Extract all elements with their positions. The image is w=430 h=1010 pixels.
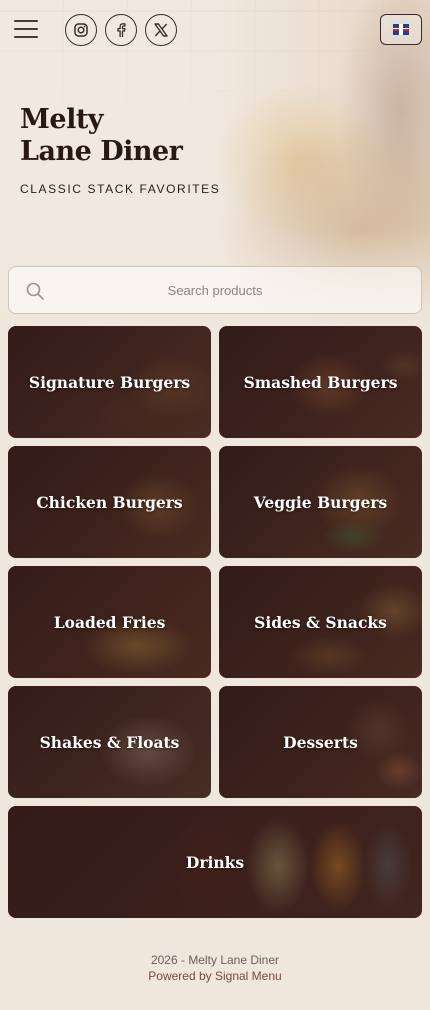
menu-button[interactable] — [14, 20, 38, 40]
category-card-loaded-fries[interactable]: Loaded Fries — [8, 566, 211, 678]
uk-flag-icon — [393, 24, 409, 35]
search-bar — [8, 266, 422, 314]
category-label: Chicken Burgers — [36, 492, 183, 512]
language-selector[interactable] — [380, 14, 422, 45]
category-card-desserts[interactable]: Desserts — [219, 686, 422, 798]
search-icon — [26, 282, 44, 300]
category-label: Sides & Snacks — [254, 612, 387, 632]
category-card-chicken-burgers[interactable]: Chicken Burgers — [8, 446, 211, 558]
category-card-veggie-burgers[interactable]: Veggie Burgers — [219, 446, 422, 558]
category-label: Signature Burgers — [28, 372, 191, 392]
category-card-shakes-floats[interactable]: Shakes & Floats — [8, 686, 211, 798]
category-label: Smashed Burgers — [243, 372, 398, 392]
x-twitter-button[interactable] — [145, 14, 177, 46]
instagram-button[interactable] — [65, 14, 97, 46]
page-subtitle: CLASSIC STACK FAVORITES — [20, 182, 221, 196]
footer: 2026 - Melty Lane Diner Powered by Signa… — [0, 952, 430, 984]
category-label: Desserts — [283, 732, 358, 752]
x-twitter-icon — [154, 23, 168, 37]
copyright-text: 2026 - Melty Lane Diner — [150, 953, 280, 967]
facebook-button[interactable] — [105, 14, 137, 46]
category-card-signature-burgers[interactable]: Signature Burgers — [8, 326, 211, 438]
category-card-sides-snacks[interactable]: Sides & Snacks — [219, 566, 422, 678]
category-label: Loaded Fries — [53, 612, 166, 632]
category-label: Veggie Burgers — [253, 492, 388, 512]
category-label: Shakes & Floats — [39, 732, 180, 752]
hamburger-icon — [14, 20, 38, 22]
page-title: Melty Lane Diner — [20, 104, 183, 167]
search-input[interactable] — [9, 267, 421, 313]
instagram-icon — [74, 23, 88, 37]
category-card-smashed-burgers[interactable]: Smashed Burgers — [219, 326, 422, 438]
powered-by-link[interactable]: Powered by Signal Menu — [0, 968, 430, 984]
category-label: Drinks — [185, 852, 245, 872]
facebook-icon — [117, 23, 126, 37]
category-card-drinks[interactable]: Drinks — [8, 806, 422, 918]
